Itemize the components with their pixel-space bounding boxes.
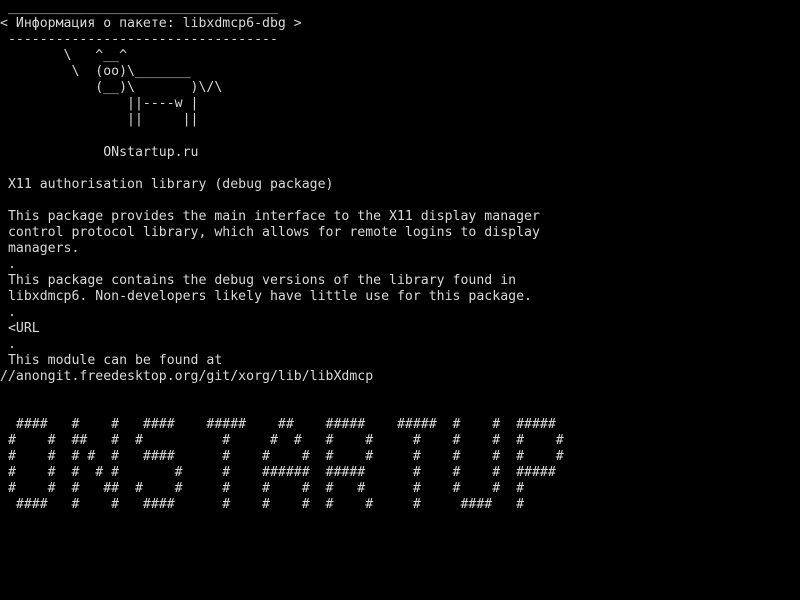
description-line: . — [0, 257, 16, 272]
package-title-bubble: < Информация о пакете: libxdmcp6-dbg > — [0, 16, 302, 31]
terminal-screen: __________________________________ < Инф… — [0, 0, 800, 600]
bubble-bottom-border: ---------------------------------- — [0, 32, 278, 47]
url-line: //anongit.freedesktop.org/git/xorg/lib/l… — [0, 369, 374, 384]
banner-line: # # ## # # # # # # # # # # # # — [0, 433, 564, 448]
banner-line: # # # ## # # # # # # # # # # # — [0, 481, 525, 496]
banner-line: #### # # #### ##### ## ##### ##### # # #… — [0, 417, 556, 432]
description-line: <URL — [0, 321, 40, 336]
description-line: libxdmcp6. Non-developers likely have li… — [0, 289, 532, 304]
description-line: . — [0, 337, 16, 352]
banner-line: # # # # # # # ###### ##### # # # ##### — [0, 465, 556, 480]
banner-line: # # # # # #### # # # # # # # # # # — [0, 449, 564, 464]
description-line: This package provides the main interface… — [0, 209, 540, 224]
description-line: . — [0, 305, 16, 320]
cow-art-line: \ ^__^ — [0, 48, 128, 63]
description-line: control protocol library, which allows f… — [0, 225, 540, 240]
description-line: managers. — [0, 241, 80, 256]
cow-art-line: (__)\ )\/\ — [0, 80, 223, 95]
description-line: This module can be found at — [0, 353, 223, 368]
description-line: X11 authorisation library (debug package… — [0, 177, 334, 192]
cow-art-line: || || — [0, 112, 199, 127]
site-label: ONstartup.ru — [0, 145, 199, 160]
bubble-top-border: __________________________________ — [0, 0, 278, 15]
cow-art-line: \ (oo)\_______ — [0, 64, 191, 79]
cow-art-line: ||----w | — [0, 96, 199, 111]
description-line: This package contains the debug versions… — [0, 273, 517, 288]
banner-line: #### # # #### # # # # # # #### # — [0, 497, 525, 512]
